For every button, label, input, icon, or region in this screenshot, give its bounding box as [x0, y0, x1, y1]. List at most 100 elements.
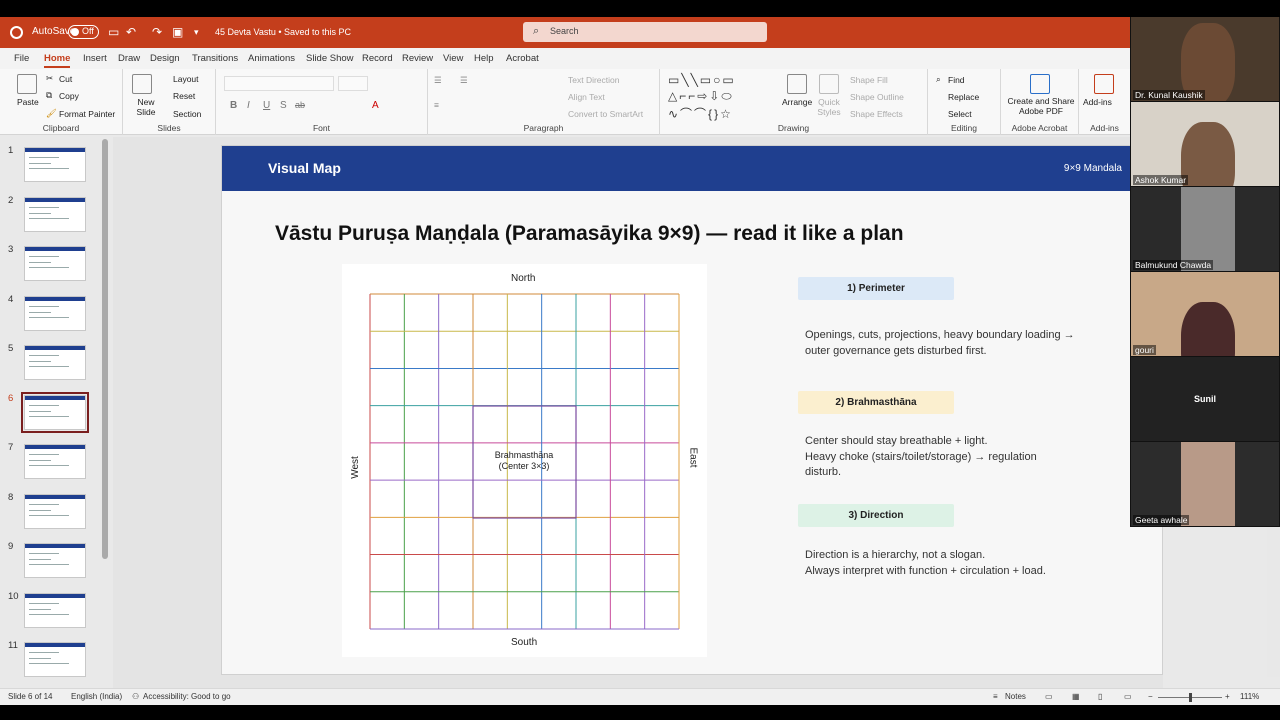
font-name-box[interactable] — [224, 76, 334, 91]
align-text-button[interactable]: Align Text — [568, 92, 605, 102]
bold-button[interactable]: B — [230, 100, 237, 111]
thumb-line — [29, 614, 69, 615]
tab-record[interactable]: Record — [362, 53, 393, 64]
section-button[interactable]: Section — [173, 109, 201, 119]
font-size-box[interactable] — [338, 76, 368, 91]
quick-styles-button[interactable]: Quick Styles — [815, 97, 843, 117]
thumb-line — [29, 559, 51, 560]
participant-tile-4[interactable]: gouri — [1131, 272, 1279, 356]
thumbnail-number: 11 — [8, 640, 18, 651]
thumbnail-scrollbar[interactable] — [102, 139, 108, 559]
language-indicator[interactable]: English (India) — [71, 692, 122, 701]
autosave-toggle[interactable]: Off — [68, 25, 99, 39]
arrange-button[interactable]: Arrange — [782, 97, 812, 107]
tab-home[interactable]: Home — [44, 53, 71, 68]
arrange-icon[interactable] — [787, 74, 807, 94]
slide-thumbnail[interactable] — [24, 543, 86, 578]
document-title[interactable]: 45 Devta Vastu • Saved to this PC — [215, 27, 351, 37]
slideshow-icon[interactable]: ▭ — [1124, 692, 1132, 701]
shapes-gallery-row3[interactable]: ∿⌒⌒{}☆ — [668, 105, 733, 122]
quick-styles-icon[interactable] — [819, 74, 839, 94]
reset-button[interactable]: Reset — [173, 91, 195, 101]
copy-icon: ⧉ — [46, 90, 53, 100]
group-clipboard: Paste ✂ Cut ⧉ Copy 🖌 Format Painter Clip… — [0, 69, 123, 135]
normal-view-icon[interactable]: ▭ — [1045, 692, 1053, 701]
slide-sorter-icon[interactable]: ▦ — [1072, 692, 1080, 701]
participant-tile-1[interactable]: Dr. Kunal Kaushik — [1131, 17, 1279, 101]
replace-button[interactable]: Replace — [948, 92, 979, 102]
slide-header-right: 9×9 Mandala — [1063, 163, 1122, 174]
create-share-pdf-button[interactable]: Create and Share Adobe PDF — [1007, 96, 1075, 116]
tab-slide-show[interactable]: Slide Show — [306, 53, 354, 64]
save-icon[interactable]: ▭ — [108, 25, 119, 39]
adobe-pdf-icon[interactable] — [1030, 74, 1050, 94]
underline-button[interactable]: U — [263, 100, 270, 111]
slide-thumbnail[interactable] — [24, 147, 86, 182]
align-left-icon[interactable]: ≡ — [434, 100, 439, 110]
accessibility-status[interactable]: Accessibility: Good to go — [143, 692, 231, 701]
slide-thumbnail[interactable] — [24, 197, 86, 232]
slide-thumbnail[interactable] — [24, 593, 86, 628]
new-slide-button[interactable]: New Slide — [131, 97, 161, 117]
participant-tile-5[interactable]: Sunil — [1131, 357, 1279, 441]
paste-button[interactable]: Paste — [17, 97, 39, 107]
slide-thumbnail[interactable] — [24, 642, 86, 677]
zoom-slider-thumb[interactable] — [1189, 693, 1192, 702]
tab-insert[interactable]: Insert — [83, 53, 107, 64]
shape-fill-button[interactable]: Shape Fill — [850, 75, 888, 85]
italic-button[interactable]: I — [247, 100, 250, 111]
numbering-icon[interactable]: ☰ — [460, 75, 468, 86]
shape-effects-button[interactable]: Shape Effects — [850, 109, 903, 119]
slide-thumbnail[interactable] — [24, 444, 86, 479]
cut-button[interactable]: Cut — [59, 74, 72, 84]
tab-help[interactable]: Help — [474, 53, 494, 64]
format-painter-button[interactable]: Format Painter — [59, 109, 115, 119]
slide-thumbnail[interactable] — [21, 392, 89, 433]
slide-thumbnail[interactable] — [24, 246, 86, 281]
reading-view-icon[interactable]: ▯ — [1098, 692, 1102, 701]
new-slide-icon[interactable] — [132, 74, 152, 94]
add-ins-button[interactable]: Add-ins — [1083, 97, 1112, 107]
font-color-icon[interactable]: A — [372, 100, 379, 111]
paste-icon[interactable] — [17, 74, 37, 94]
slide-thumbnail[interactable] — [24, 494, 86, 529]
zoom-level[interactable]: 111% — [1240, 692, 1259, 701]
shapes-gallery[interactable]: ▭╲╲▭○▭ — [668, 73, 736, 87]
zoom-out-icon[interactable]: − — [1148, 692, 1153, 701]
current-slide[interactable]: Visual Map 9×9 Mandala Vāstu Puruṣa Maṇḍ… — [221, 145, 1163, 675]
tab-file[interactable]: File — [14, 53, 29, 64]
slide-thumbnail[interactable] — [24, 296, 86, 331]
select-button[interactable]: Select — [948, 109, 972, 119]
tab-view[interactable]: View — [443, 53, 463, 64]
participant-tile-3[interactable]: Balmukund Chawda — [1131, 187, 1279, 271]
participant-tile-6[interactable]: Geeta awhale — [1131, 442, 1279, 526]
copy-button[interactable]: Copy — [59, 91, 79, 101]
text-direction-button[interactable]: Text Direction — [568, 75, 620, 85]
tab-acrobat[interactable]: Acrobat — [506, 53, 539, 64]
tab-review[interactable]: Review — [402, 53, 433, 64]
search-box[interactable]: ⌕ Search — [523, 22, 767, 42]
bullets-icon[interactable]: ☰ — [434, 75, 442, 86]
present-icon[interactable]: ▣ — [172, 25, 183, 39]
tab-draw[interactable]: Draw — [118, 53, 140, 64]
tab-transitions[interactable]: Transitions — [192, 53, 238, 64]
thumb-header — [25, 594, 85, 598]
strikethrough-button[interactable]: ab — [295, 100, 305, 110]
layout-button[interactable]: Layout — [173, 74, 199, 84]
notes-button[interactable]: Notes — [1005, 692, 1026, 701]
slide-thumbnail[interactable] — [24, 345, 86, 380]
customize-qat-icon[interactable]: ▾ — [194, 27, 199, 38]
shapes-gallery-row2[interactable]: △⌐⌐⇨⇩⬭ — [668, 89, 734, 104]
convert-smartart-button[interactable]: Convert to SmartArt — [568, 109, 643, 119]
undo-icon[interactable]: ↶ — [126, 25, 136, 39]
add-ins-icon[interactable] — [1094, 74, 1114, 94]
find-button[interactable]: Find — [948, 75, 965, 85]
shadow-button[interactable]: S — [280, 100, 287, 111]
slide-title[interactable]: Vāstu Puruṣa Maṇḍala (Paramasāyika 9×9) … — [275, 222, 904, 246]
zoom-in-icon[interactable]: + — [1225, 692, 1230, 701]
redo-icon[interactable]: ↷ — [152, 25, 162, 39]
shape-outline-button[interactable]: Shape Outline — [850, 92, 904, 102]
participant-tile-2[interactable]: Ashok Kumar — [1131, 102, 1279, 186]
tab-design[interactable]: Design — [150, 53, 180, 64]
tab-animations[interactable]: Animations — [248, 53, 295, 64]
